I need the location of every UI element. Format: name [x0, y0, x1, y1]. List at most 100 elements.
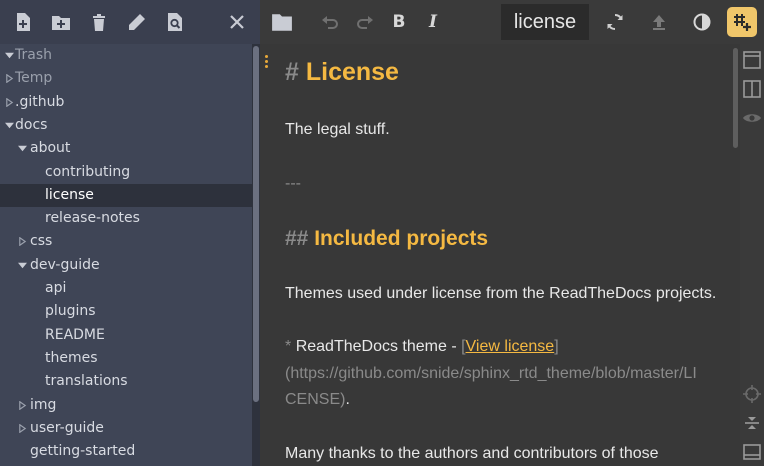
- caret-down-icon[interactable]: [17, 137, 29, 160]
- tree-item-label: license: [45, 186, 94, 203]
- publish-button[interactable]: [646, 9, 672, 35]
- theme-toggle-button[interactable]: [689, 9, 715, 35]
- tree-item-temp[interactable]: Temp: [0, 67, 252, 90]
- tree-item-dev-guide[interactable]: dev-guide: [0, 254, 252, 277]
- file-sidebar: Trash Temp .github docs about contributing lic…: [0, 0, 260, 466]
- tree-item-label: dev-guide: [30, 256, 100, 273]
- crosshair-icon: [743, 385, 761, 403]
- preview-button[interactable]: [742, 108, 762, 128]
- link-url-line-2: CENSE).: [285, 391, 350, 409]
- collapse-icon: [745, 417, 759, 429]
- markdown-editor[interactable]: # License The legal stuff. --- ## Includ…: [260, 44, 740, 466]
- locate-button[interactable]: [742, 384, 762, 404]
- sync-icon: [607, 14, 623, 30]
- document-title[interactable]: license: [501, 4, 589, 40]
- new-file-icon: [17, 13, 30, 31]
- gutter-marker[interactable]: [260, 49, 272, 73]
- close-icon: [230, 15, 244, 29]
- tree-item-readme[interactable]: README: [0, 324, 252, 347]
- caret-down-icon[interactable]: [17, 254, 29, 277]
- tree-item-label: Temp: [15, 70, 53, 87]
- view-toolbar: [740, 44, 764, 466]
- intro-paragraph: The legal stuff.: [285, 121, 390, 138]
- italic-button[interactable]: I: [420, 9, 446, 35]
- bullet-marker: *: [285, 338, 292, 355]
- status-bar-icon: [743, 444, 761, 460]
- tree-item-label: css: [30, 233, 53, 250]
- tree-item-github[interactable]: .github: [0, 91, 252, 114]
- tree-item-about[interactable]: about: [0, 137, 252, 160]
- tree-item-label: contributing: [45, 163, 131, 180]
- contrast-icon: [693, 13, 711, 31]
- bold-button[interactable]: B: [386, 9, 412, 35]
- sidebar-scrollbar-thumb[interactable]: [253, 46, 259, 402]
- thanks-paragraph: Many thanks to the authors and contribut…: [285, 445, 659, 462]
- tree-item-label: api: [45, 280, 67, 296]
- heading-2-marker: ##: [285, 227, 309, 250]
- tree-item-img[interactable]: img: [0, 394, 252, 417]
- editor-toolbar: B I license: [260, 0, 764, 44]
- sentence-period: .: [345, 391, 350, 408]
- close-sidebar-button[interactable]: [225, 10, 249, 34]
- new-folder-button[interactable]: [49, 10, 73, 34]
- link-url-line-1: (https://github.com/snide/sphinx_rtd_the…: [285, 365, 697, 382]
- tree-item-plugins[interactable]: plugins: [0, 300, 252, 323]
- tree-item-license[interactable]: license: [0, 183, 252, 207]
- folder-icon: [272, 14, 292, 31]
- upload-icon: [653, 15, 665, 30]
- toggle-sidebar-button[interactable]: [269, 9, 295, 35]
- tree-item-getting-started[interactable]: getting-started: [0, 440, 252, 463]
- hash-plus-icon: [734, 14, 751, 31]
- editor-scrollbar-thumb[interactable]: [733, 48, 738, 148]
- tree-item-translations[interactable]: translations: [0, 370, 252, 393]
- tree-item-label: README: [45, 326, 105, 343]
- tree-item-label: getting-started: [30, 443, 136, 460]
- split-view-icon: [743, 80, 761, 98]
- delete-button[interactable]: [87, 10, 111, 34]
- add-button[interactable]: [727, 7, 757, 37]
- sync-button[interactable]: [602, 9, 628, 35]
- collapse-button[interactable]: [742, 413, 762, 433]
- tree-item-label: Trash: [15, 47, 52, 63]
- split-view-button[interactable]: [742, 79, 762, 99]
- bullet-item: * ReadTheDocs theme - [View license]: [285, 338, 559, 356]
- link-bracket-close: ]: [554, 338, 559, 355]
- undo-button[interactable]: [317, 9, 343, 35]
- tree-item-label: release-notes: [45, 210, 140, 227]
- heading-2-text: Included projects: [314, 227, 489, 250]
- panel-icon: [743, 51, 761, 69]
- redo-icon: [357, 16, 373, 29]
- new-folder-icon: [52, 16, 70, 30]
- heading-2: ## Included projects: [285, 227, 488, 251]
- horizontal-rule: ---: [285, 175, 301, 192]
- tree-item-css[interactable]: css: [0, 230, 252, 253]
- caret-right-icon[interactable]: [17, 394, 29, 417]
- find-file-button[interactable]: [163, 10, 187, 34]
- tree-item-user-guide[interactable]: user-guide: [0, 417, 252, 440]
- tree-item-trash[interactable]: Trash: [0, 44, 252, 67]
- status-bar-button[interactable]: [742, 442, 762, 462]
- tree-item-label: translations: [45, 373, 128, 390]
- tree-item-label: plugins: [45, 303, 96, 320]
- heading-1-text: License: [305, 58, 399, 86]
- view-license-link[interactable]: View license: [466, 338, 555, 355]
- rename-button[interactable]: [125, 10, 149, 34]
- heading-1-marker: #: [285, 58, 299, 86]
- tree-item-label: .github: [15, 93, 65, 110]
- tree-item-label: docs: [15, 116, 48, 133]
- file-tree: Trash Temp .github docs about contributing lic…: [0, 44, 252, 466]
- editor-only-button[interactable]: [742, 50, 762, 70]
- search-file-icon: [168, 13, 182, 31]
- tree-item-contributing[interactable]: contributing: [0, 161, 252, 184]
- tree-item-api[interactable]: api: [0, 277, 252, 300]
- caret-right-icon[interactable]: [17, 230, 29, 253]
- tree-item-release-notes[interactable]: release-notes: [0, 207, 252, 230]
- new-file-button[interactable]: [11, 10, 35, 34]
- tree-item-docs[interactable]: docs: [0, 114, 252, 137]
- tree-item-themes[interactable]: themes: [0, 347, 252, 370]
- bullet-text: ReadTheDocs theme -: [295, 338, 462, 355]
- sidebar-toolbar: [0, 0, 260, 44]
- undo-icon: [322, 16, 338, 29]
- caret-right-icon[interactable]: [17, 417, 29, 440]
- redo-button[interactable]: [352, 9, 378, 35]
